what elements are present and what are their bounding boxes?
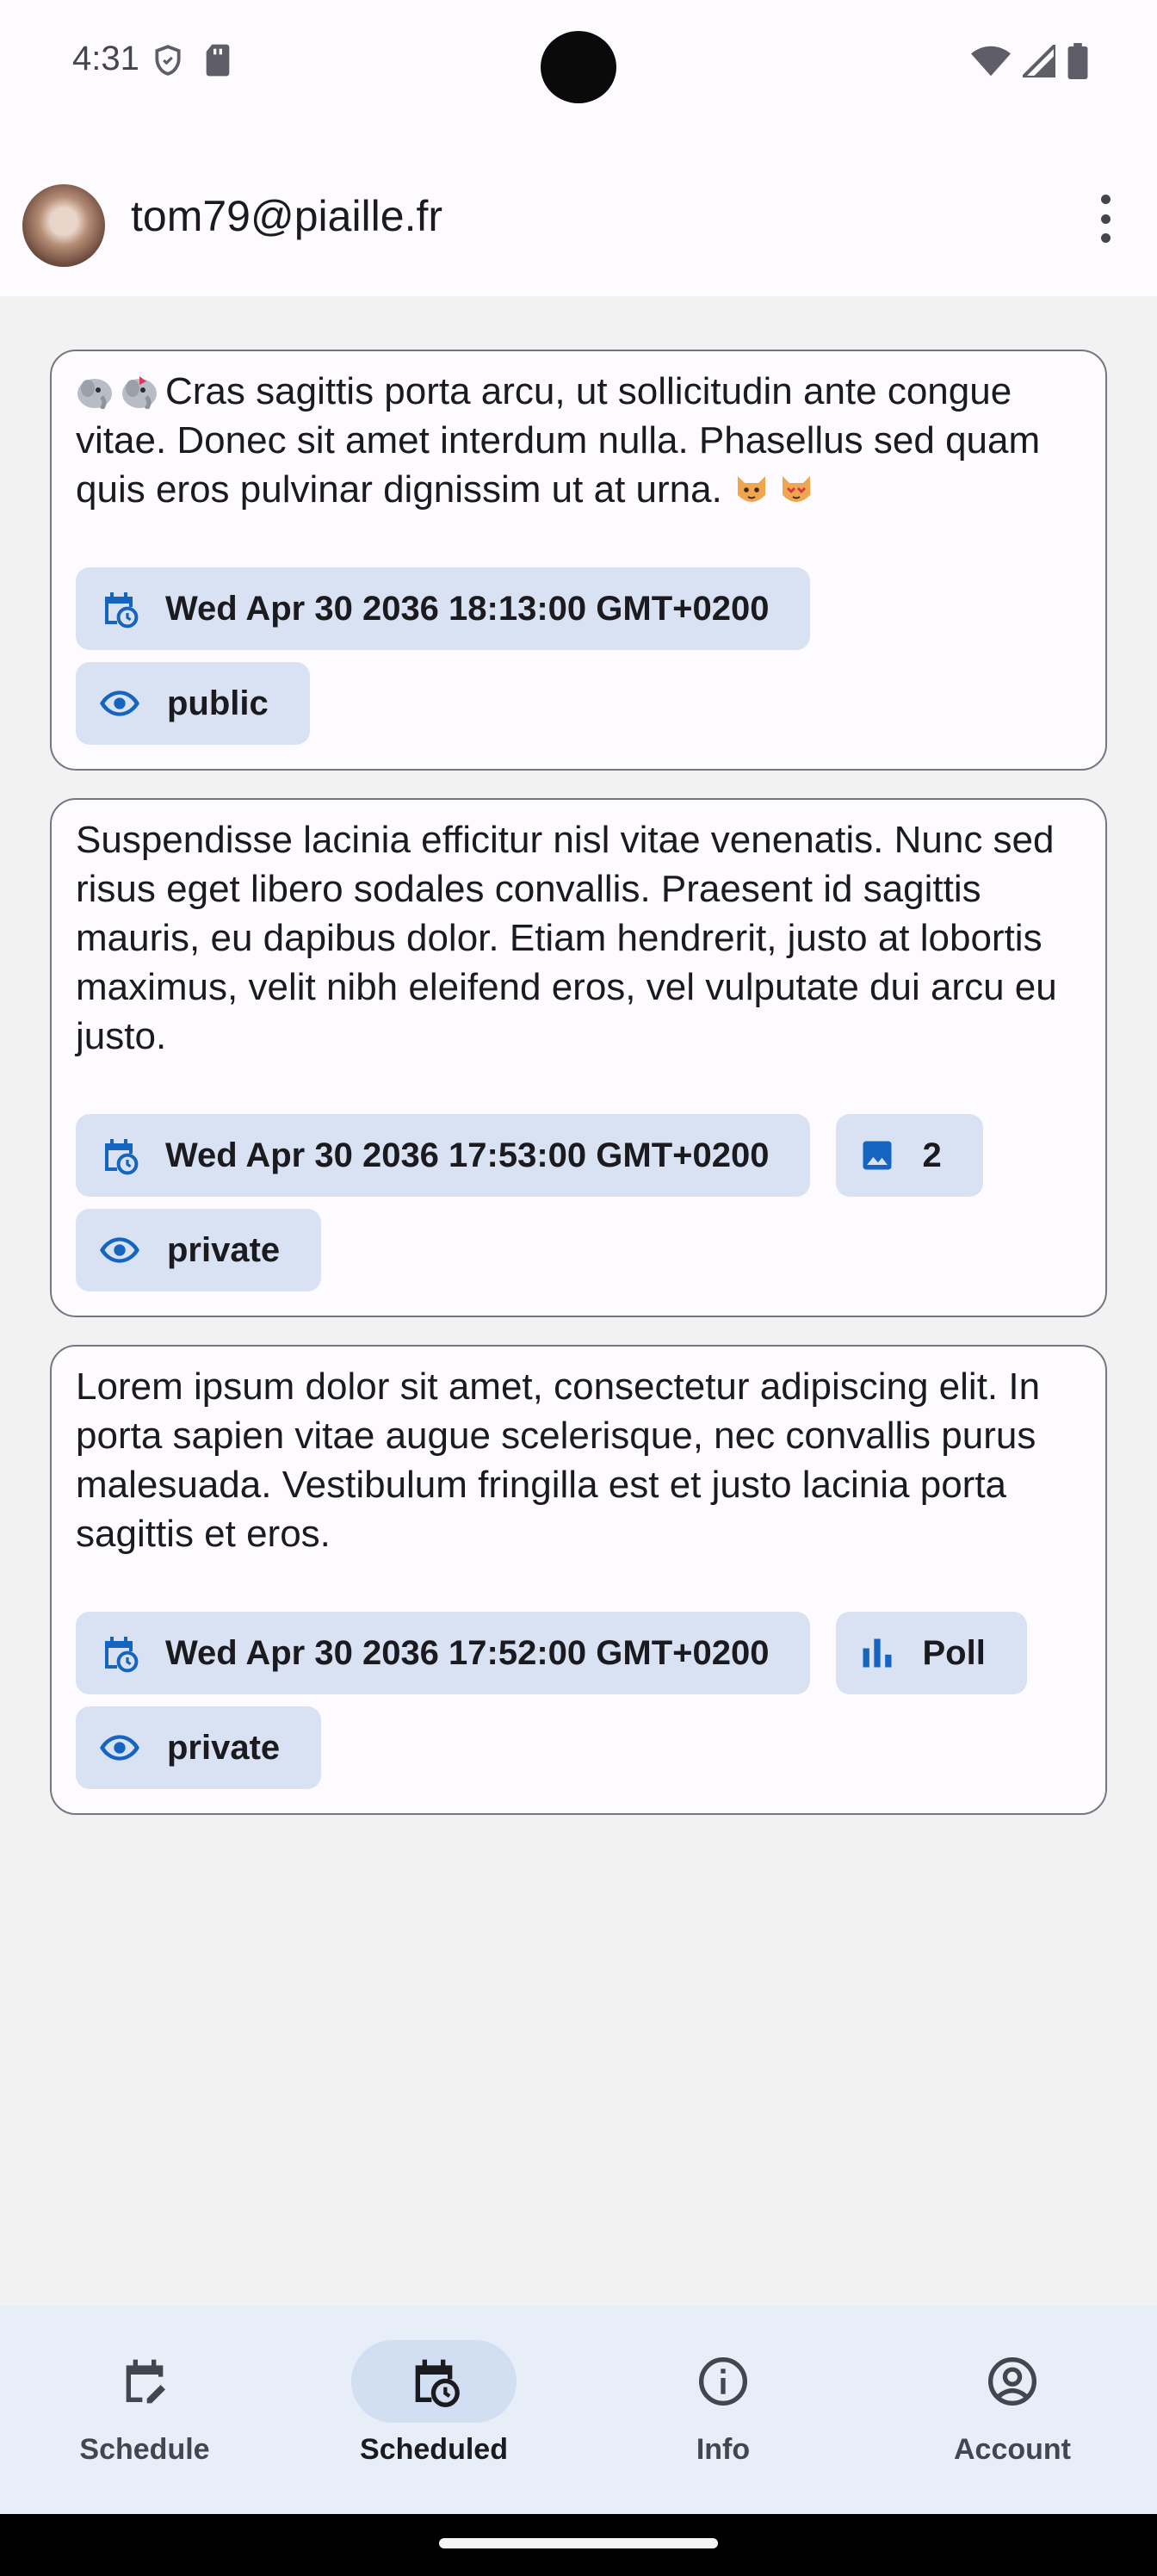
scheduled-post-card[interactable]: Suspendisse lacinia efficitur nisl vitae… <box>50 798 1107 1317</box>
calendar-clock-icon <box>105 1637 139 1673</box>
nav-scheduled[interactable]: Scheduled <box>322 2340 546 2486</box>
battery-icon <box>1067 43 1088 79</box>
status-notification-icons <box>152 43 232 77</box>
bar-chart-icon <box>863 1638 892 1668</box>
visibility-chip[interactable]: private <box>76 1706 322 1789</box>
post-chips-row-2: public <box>76 662 1083 745</box>
schedule-date-chip[interactable]: Wed Apr 30 2036 18:13:00 GMT+0200 <box>76 567 811 650</box>
signal-icon <box>1023 45 1055 77</box>
media-count-chip[interactable]: 2 <box>836 1114 983 1197</box>
post-text: Cras sagittis porta arcu, ut sollicitudi… <box>76 367 1083 514</box>
schedule-date-label: Wed Apr 30 2036 18:13:00 GMT+0200 <box>165 589 770 628</box>
nav-icon-container <box>930 2340 1095 2423</box>
post-chips-row-2: private <box>76 1209 1083 1291</box>
calendar-clock-icon <box>105 1139 139 1175</box>
poll-chip[interactable]: Poll <box>836 1612 1027 1694</box>
shield-icon <box>155 45 181 76</box>
mastodon-emoji <box>76 372 114 411</box>
schedule-date-chip[interactable]: Wed Apr 30 2036 17:53:00 GMT+0200 <box>76 1114 811 1197</box>
more-options-icon[interactable] <box>1085 188 1126 250</box>
post-chips: Wed Apr 30 2036 18:13:00 GMT+0200 <box>76 567 1083 650</box>
visibility-label: private <box>167 1728 281 1767</box>
mastodon-emoji <box>121 372 158 411</box>
eye-icon <box>100 1735 139 1761</box>
nav-info[interactable]: Info <box>611 2340 835 2486</box>
poll-label: Poll <box>922 1633 986 1672</box>
nav-schedule[interactable]: Schedule <box>33 2340 257 2486</box>
eye-icon <box>100 690 139 716</box>
avatar[interactable] <box>22 184 105 267</box>
nav-label: Account <box>954 2433 1071 2466</box>
visibility-chip[interactable]: public <box>76 662 310 745</box>
scheduled-posts-list: Cras sagittis porta arcu, ut sollicitudi… <box>50 350 1107 1842</box>
nav-icon-container <box>351 2340 517 2423</box>
nav-account[interactable]: Account <box>900 2340 1124 2486</box>
cat-emoji <box>733 470 770 505</box>
post-text-body: Cras sagittis porta arcu, ut sollicitudi… <box>76 370 1041 511</box>
wifi-icon <box>971 46 1011 77</box>
eye-icon <box>100 1237 139 1263</box>
visibility-chip[interactable]: private <box>76 1209 322 1291</box>
bottom-navigation: Schedule Scheduled Info Account <box>0 2306 1157 2514</box>
status-bar: 4:31 <box>0 0 1157 129</box>
info-icon <box>699 2357 747 2406</box>
post-chips-row-2: private <box>76 1706 1083 1789</box>
status-system-icons <box>971 43 1088 79</box>
cat-emoji <box>777 470 815 505</box>
nav-label: Info <box>696 2433 751 2466</box>
image-icon <box>863 1141 892 1170</box>
edit-calendar-icon <box>126 2359 165 2404</box>
media-count: 2 <box>922 1136 942 1174</box>
app-bar: tom79@piaille.fr <box>0 129 1157 296</box>
post-chips: Wed Apr 30 2036 17:52:00 GMT+0200 Poll <box>76 1612 1083 1694</box>
visibility-label: private <box>167 1230 281 1269</box>
account-name[interactable]: tom79@piaille.fr <box>131 191 442 241</box>
camera-cutout <box>541 31 616 103</box>
schedule-date-label: Wed Apr 30 2036 17:52:00 GMT+0200 <box>165 1633 770 1672</box>
gesture-handle[interactable] <box>439 2538 718 2548</box>
status-time: 4:31 <box>72 40 139 77</box>
scheduled-post-card[interactable]: Cras sagittis porta arcu, ut sollicitudi… <box>50 350 1107 771</box>
nav-label: Schedule <box>79 2433 210 2466</box>
scheduled-calendar-icon <box>415 2359 460 2407</box>
post-text: Suspendisse lacinia efficitur nisl vitae… <box>76 819 1057 1057</box>
nav-icon-container <box>62 2340 227 2423</box>
schedule-date-chip[interactable]: Wed Apr 30 2036 17:52:00 GMT+0200 <box>76 1612 811 1694</box>
nav-label: Scheduled <box>360 2433 508 2466</box>
sd-card-icon <box>206 44 230 77</box>
scheduled-post-card[interactable]: Lorem ipsum dolor sit amet, consectetur … <box>50 1345 1107 1815</box>
post-text: Lorem ipsum dolor sit amet, consectetur … <box>76 1365 1041 1555</box>
schedule-date-label: Wed Apr 30 2036 17:53:00 GMT+0200 <box>165 1136 770 1174</box>
nav-icon-container <box>640 2340 806 2423</box>
calendar-clock-icon <box>105 592 139 629</box>
account-circle-icon <box>988 2357 1036 2406</box>
post-chips: Wed Apr 30 2036 17:53:00 GMT+0200 2 <box>76 1114 1083 1197</box>
visibility-label: public <box>167 684 269 722</box>
